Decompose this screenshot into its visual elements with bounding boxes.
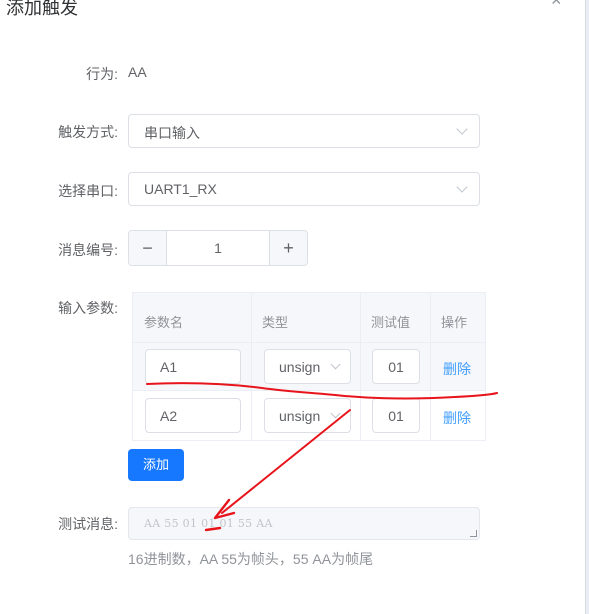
msgid-value[interactable]: 1: [167, 240, 269, 256]
test-message-label: 测试消息:: [58, 516, 118, 532]
column-header-test: 测试值: [371, 315, 411, 330]
add-trigger-dialog: 添加触发 × 行为: AA 触发方式: 串口输入 选择串口: UART1_RX …: [0, 0, 585, 614]
chevron-down-icon: [456, 123, 468, 135]
params-table: 参数名 类型 测试值 操作 A1 unsign 01 删除 A2 unsign …: [132, 292, 486, 441]
increment-button[interactable]: +: [269, 231, 307, 265]
msgid-label: 消息编号:: [58, 242, 118, 258]
add-param-button[interactable]: 添加: [128, 449, 184, 481]
params-label: 输入参数:: [58, 300, 118, 316]
param-name-input[interactable]: A2: [145, 398, 241, 433]
delete-link[interactable]: 删除: [443, 408, 471, 428]
serial-select[interactable]: UART1_RX: [128, 172, 480, 206]
trigger-select[interactable]: 串口输入: [128, 114, 480, 148]
chevron-down-icon: [330, 359, 341, 370]
behavior-value: AA: [128, 64, 147, 80]
chevron-down-icon: [330, 408, 341, 419]
trigger-select-value: 串口输入: [144, 125, 200, 141]
table-row: A2 unsign 01 删除: [133, 392, 485, 440]
test-message-placeholder: AA 55 01 01 01 55 AA: [144, 517, 273, 530]
behavior-label: 行为:: [86, 66, 118, 82]
param-name-input[interactable]: A1: [145, 349, 241, 384]
param-type-select[interactable]: unsign: [264, 349, 351, 384]
test-message-hint: 16进制数，AA 55为帧头，55 AA为帧尾: [128, 551, 374, 567]
column-header-action: 操作: [441, 315, 468, 330]
column-header-name: 参数名: [144, 315, 184, 330]
serial-select-value: UART1_RX: [144, 181, 217, 197]
column-header-type: 类型: [262, 315, 289, 330]
column-divider: [430, 293, 431, 440]
column-divider: [251, 293, 252, 440]
resize-handle[interactable]: [470, 530, 477, 537]
chevron-down-icon: [456, 181, 468, 193]
trigger-label: 触发方式:: [58, 124, 118, 140]
window-edge: [585, 0, 589, 614]
column-divider: [360, 293, 361, 440]
param-test-input[interactable]: 01: [372, 398, 420, 433]
param-type-select[interactable]: unsign: [264, 398, 351, 433]
table-header: 参数名 类型 测试值 操作: [133, 293, 485, 343]
delete-link[interactable]: 删除: [443, 359, 471, 379]
serial-label: 选择串口:: [58, 183, 118, 199]
decrement-button[interactable]: −: [129, 231, 167, 265]
close-icon[interactable]: ×: [551, 0, 562, 11]
test-message-textarea[interactable]: AA 55 01 01 01 55 AA: [128, 507, 480, 540]
param-test-input[interactable]: 01: [372, 349, 420, 384]
dialog-title: 添加触发: [6, 0, 78, 18]
table-row: A1 unsign 01 删除: [133, 343, 485, 391]
msgid-stepper: − 1 +: [128, 230, 308, 266]
